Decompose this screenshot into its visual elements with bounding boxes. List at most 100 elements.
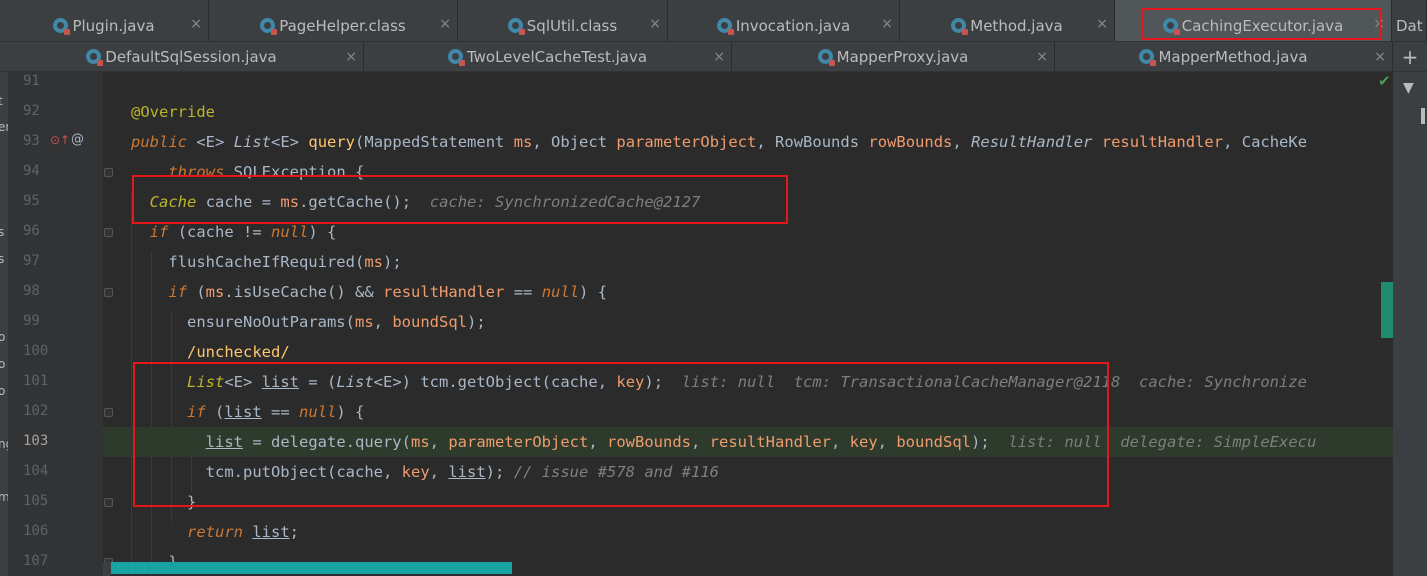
variable: list	[448, 463, 486, 481]
comment: /unchecked/	[187, 343, 290, 361]
line-number: 94	[23, 163, 40, 179]
type: List	[336, 373, 374, 391]
close-icon[interactable]: ×	[881, 16, 893, 32]
tab-cachingexecutor-java[interactable]: CachingExecutor.java ×	[1115, 0, 1392, 41]
method-name: query	[308, 133, 356, 151]
tab-label: Dat	[1396, 16, 1423, 35]
operator: = (	[308, 373, 337, 391]
keyword: return	[187, 523, 243, 541]
strip-text: o	[0, 330, 6, 344]
punct: ();	[383, 193, 412, 211]
tab-pagehelper-class[interactable]: PageHelper.class ×	[209, 0, 458, 41]
annotation-gutter-icon[interactable]: @	[71, 132, 84, 147]
strip-text: s	[0, 252, 5, 266]
code-line-105: }	[103, 487, 1393, 517]
variable: list	[252, 523, 290, 541]
tab-plugin-java[interactable]: Plugin.java ×	[0, 0, 209, 41]
tab-mapperproxy-java[interactable]: MapperProxy.java ×	[732, 42, 1055, 71]
generic: <E>	[196, 133, 225, 151]
right-panel-header: +	[1393, 42, 1427, 71]
param: ms	[364, 253, 383, 271]
expr: = delegate.	[252, 433, 355, 451]
expand-arrow-icon[interactable]: ▼	[1403, 80, 1414, 96]
override-gutter-icon[interactable]: ⊙↑	[50, 133, 70, 147]
tab-label: MapperProxy.java	[836, 47, 969, 66]
tab-label: DefaultSqlSession.java	[105, 47, 277, 66]
tab-twolevelcachetest-java[interactable]: TwoLevelCacheTest.java ×	[364, 42, 732, 71]
tab-label: Method.java	[970, 16, 1063, 35]
debug-inline-value: delegate: SimpleExecu	[1120, 433, 1317, 451]
operator: =	[261, 193, 272, 211]
comment: // issue #578 and #116	[513, 463, 719, 481]
variable: list	[205, 433, 243, 451]
tab-sqlutil-class[interactable]: SqlUtil.class ×	[458, 0, 668, 41]
strip-text: t	[0, 94, 3, 108]
close-icon[interactable]: ×	[345, 49, 357, 65]
close-icon[interactable]: ×	[1373, 16, 1385, 32]
param: boundSql	[896, 433, 971, 451]
line-number-gutter: 91 92 93 94 95 96 97 98 99 100 101 102 1…	[8, 72, 113, 576]
generic: <E>	[373, 373, 402, 391]
punct: );	[644, 373, 664, 391]
type: RowBounds	[775, 133, 860, 151]
tab-method-java[interactable]: Method.java ×	[900, 0, 1115, 41]
close-icon[interactable]: ×	[649, 16, 661, 32]
type: List	[233, 133, 272, 151]
param: ms	[354, 313, 374, 331]
type: ResultHandler	[971, 133, 1093, 151]
tab-label: SqlUtil.class	[526, 16, 618, 35]
java-class-icon	[716, 18, 734, 35]
tab-invocation-java[interactable]: Invocation.java ×	[668, 0, 900, 41]
punct: );	[971, 433, 990, 451]
tab-label: Invocation.java	[735, 16, 851, 35]
close-icon[interactable]: ×	[1096, 16, 1108, 32]
close-icon[interactable]: ×	[439, 16, 451, 32]
param: key	[616, 373, 645, 391]
java-class-icon	[1162, 18, 1180, 35]
tab-mappermethod-java[interactable]: MapperMethod.java ×	[1055, 42, 1393, 71]
keyword: if	[149, 223, 169, 241]
java-class-icon	[951, 18, 969, 35]
keyword: throws	[168, 163, 225, 181]
expr: (cache !=	[177, 223, 262, 241]
punct: ;	[289, 523, 300, 541]
inspection-ok-icon[interactable]: ✔	[1378, 72, 1391, 90]
code-line-102: if (list == null) {	[187, 403, 365, 421]
close-icon[interactable]: ×	[713, 49, 725, 65]
param: rowBounds	[868, 133, 953, 151]
variable: list	[224, 403, 262, 421]
param: key	[849, 433, 878, 451]
param: key	[401, 463, 430, 481]
operator: ==	[271, 403, 290, 421]
strip-text: o	[0, 357, 6, 371]
param: ms	[205, 283, 225, 301]
code-editor[interactable]: @Override public <E> List<E> query(Mappe…	[103, 72, 1393, 576]
scroll-corner	[103, 562, 111, 576]
keyword: null	[271, 223, 309, 241]
keyword: null	[299, 403, 337, 421]
tab-label: CachingExecutor.java	[1181, 16, 1344, 35]
code-line-106: return list;	[103, 517, 1393, 547]
debug-inline-value: cache: Synchronize	[1139, 373, 1307, 391]
close-icon[interactable]: ×	[190, 16, 202, 32]
keyword: public	[131, 133, 187, 151]
left-tool-strip: t er s s o o o ng m	[0, 72, 13, 576]
param: ms	[411, 433, 430, 451]
line-number: 93	[23, 133, 40, 149]
punct: ) {	[336, 403, 365, 421]
close-icon[interactable]: ×	[1036, 49, 1048, 65]
tab-dat-partial[interactable]: Dat	[1392, 0, 1427, 41]
line-number: 106	[23, 523, 49, 539]
horizontal-scrollbar-thumb[interactable]	[111, 562, 512, 574]
code-line-92: @Override	[103, 97, 1393, 127]
close-icon[interactable]: ×	[1374, 49, 1386, 65]
line-number: 98	[23, 283, 40, 299]
line-number-current: 103	[23, 433, 49, 449]
arg: cache	[336, 463, 383, 481]
tab-defaultsqlsession-java[interactable]: DefaultSqlSession.java ×	[0, 42, 364, 71]
scroll-marker[interactable]	[1381, 282, 1393, 338]
add-icon[interactable]: +	[1402, 45, 1419, 69]
code-line-93: public <E> List<E> query(MappedStatement…	[131, 133, 1308, 151]
punct: ) {	[308, 223, 337, 241]
param: ms	[513, 133, 533, 151]
